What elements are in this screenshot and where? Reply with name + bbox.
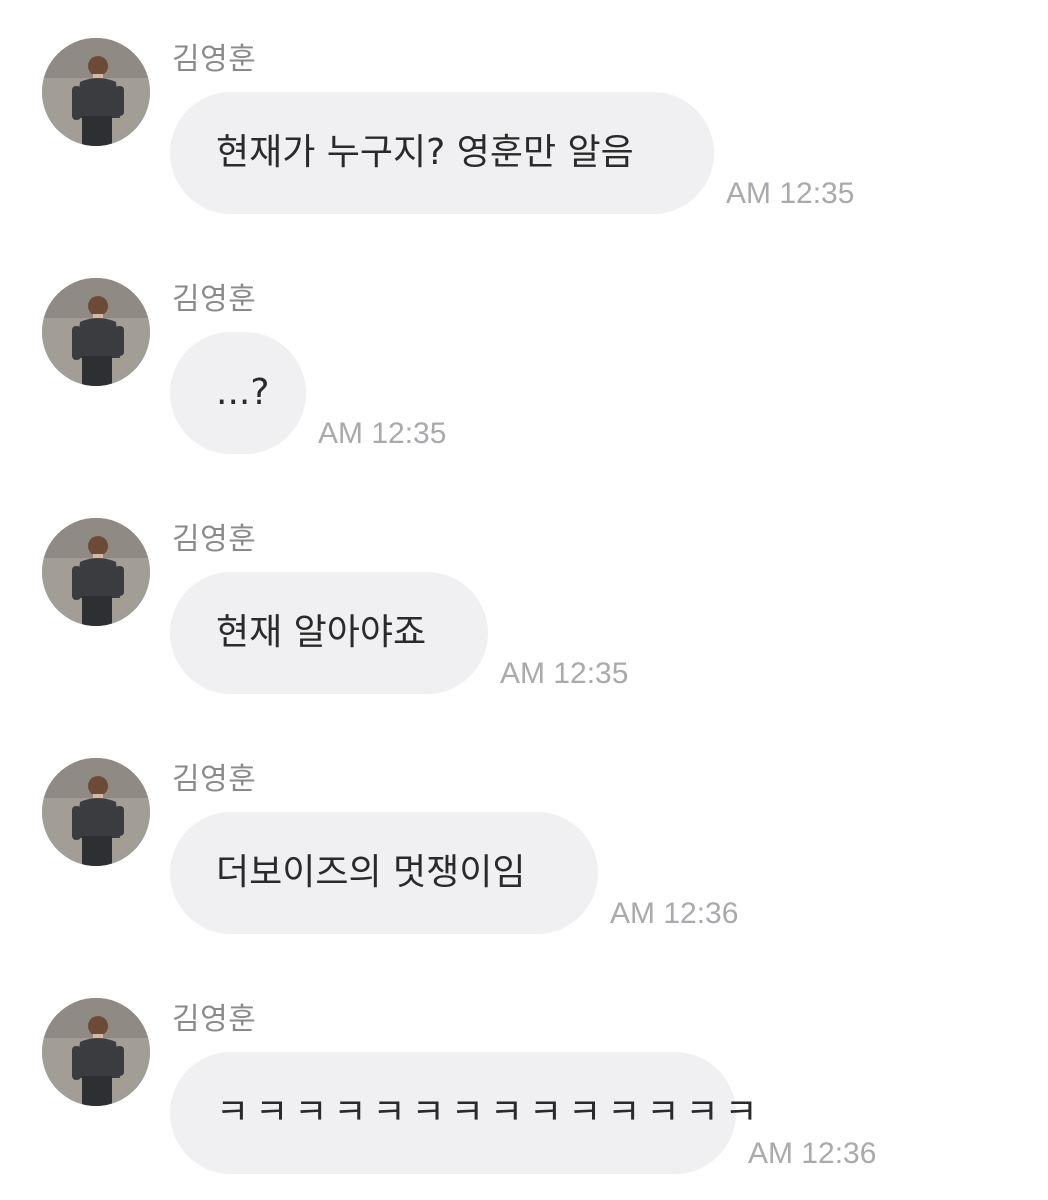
message-timestamp: AM 12:36	[610, 897, 739, 930]
message-timestamp: AM 12:35	[726, 177, 855, 210]
message-bubble[interactable]: 현재가 누구지? 영훈만 알음	[170, 92, 714, 214]
sender-name: 김영훈	[172, 282, 257, 317]
message-bubble[interactable]: 더보이즈의 멋쟁이임	[170, 812, 598, 934]
message-text: 더보이즈의 멋쟁이임	[216, 852, 526, 893]
avatar-photo-icon	[42, 38, 150, 146]
message-text: ㅋㅋㅋㅋㅋㅋㅋㅋㅋㅋㅋㅋㅋㅋ	[216, 1092, 764, 1133]
avatar-photo-icon	[42, 278, 150, 386]
message-bubble[interactable]: 현재 알아야죠	[170, 572, 488, 694]
sender-avatar[interactable]	[42, 758, 150, 866]
message-timestamp: AM 12:35	[500, 657, 629, 690]
message-bubble[interactable]: ...?	[170, 332, 306, 454]
message-text: 현재가 누구지? 영훈만 알음	[216, 132, 634, 173]
avatar-photo-icon	[42, 518, 150, 626]
sender-avatar[interactable]	[42, 38, 150, 146]
sender-name: 김영훈	[172, 762, 257, 797]
message-row: 김영훈 현재 알아야죠 AM 12:35	[0, 480, 1048, 694]
message-text: ...?	[216, 372, 270, 413]
sender-avatar[interactable]	[42, 518, 150, 626]
message-timestamp: AM 12:35	[318, 417, 447, 450]
avatar-photo-icon	[42, 758, 150, 866]
message-row: 김영훈 ㅋㅋㅋㅋㅋㅋㅋㅋㅋㅋㅋㅋㅋㅋ AM 12:36	[0, 960, 1048, 1174]
chat-log: 김영훈 현재가 누구지? 영훈만 알음 AM 12:35 김영훈 ...? AM…	[0, 0, 1048, 1200]
message-text: 현재 알아야죠	[216, 612, 427, 653]
sender-name: 김영훈	[172, 522, 257, 557]
avatar-photo-icon	[42, 998, 150, 1106]
sender-avatar[interactable]	[42, 998, 150, 1106]
message-row: 김영훈 더보이즈의 멋쟁이임 AM 12:36	[0, 720, 1048, 934]
sender-avatar[interactable]	[42, 278, 150, 386]
message-timestamp: AM 12:36	[748, 1137, 877, 1170]
message-row: 김영훈 ...? AM 12:35	[0, 240, 1048, 454]
message-row: 김영훈 현재가 누구지? 영훈만 알음 AM 12:35	[0, 0, 1048, 214]
sender-name: 김영훈	[172, 1002, 257, 1037]
sender-name: 김영훈	[172, 42, 257, 77]
message-bubble[interactable]: ㅋㅋㅋㅋㅋㅋㅋㅋㅋㅋㅋㅋㅋㅋ	[170, 1052, 758, 1174]
